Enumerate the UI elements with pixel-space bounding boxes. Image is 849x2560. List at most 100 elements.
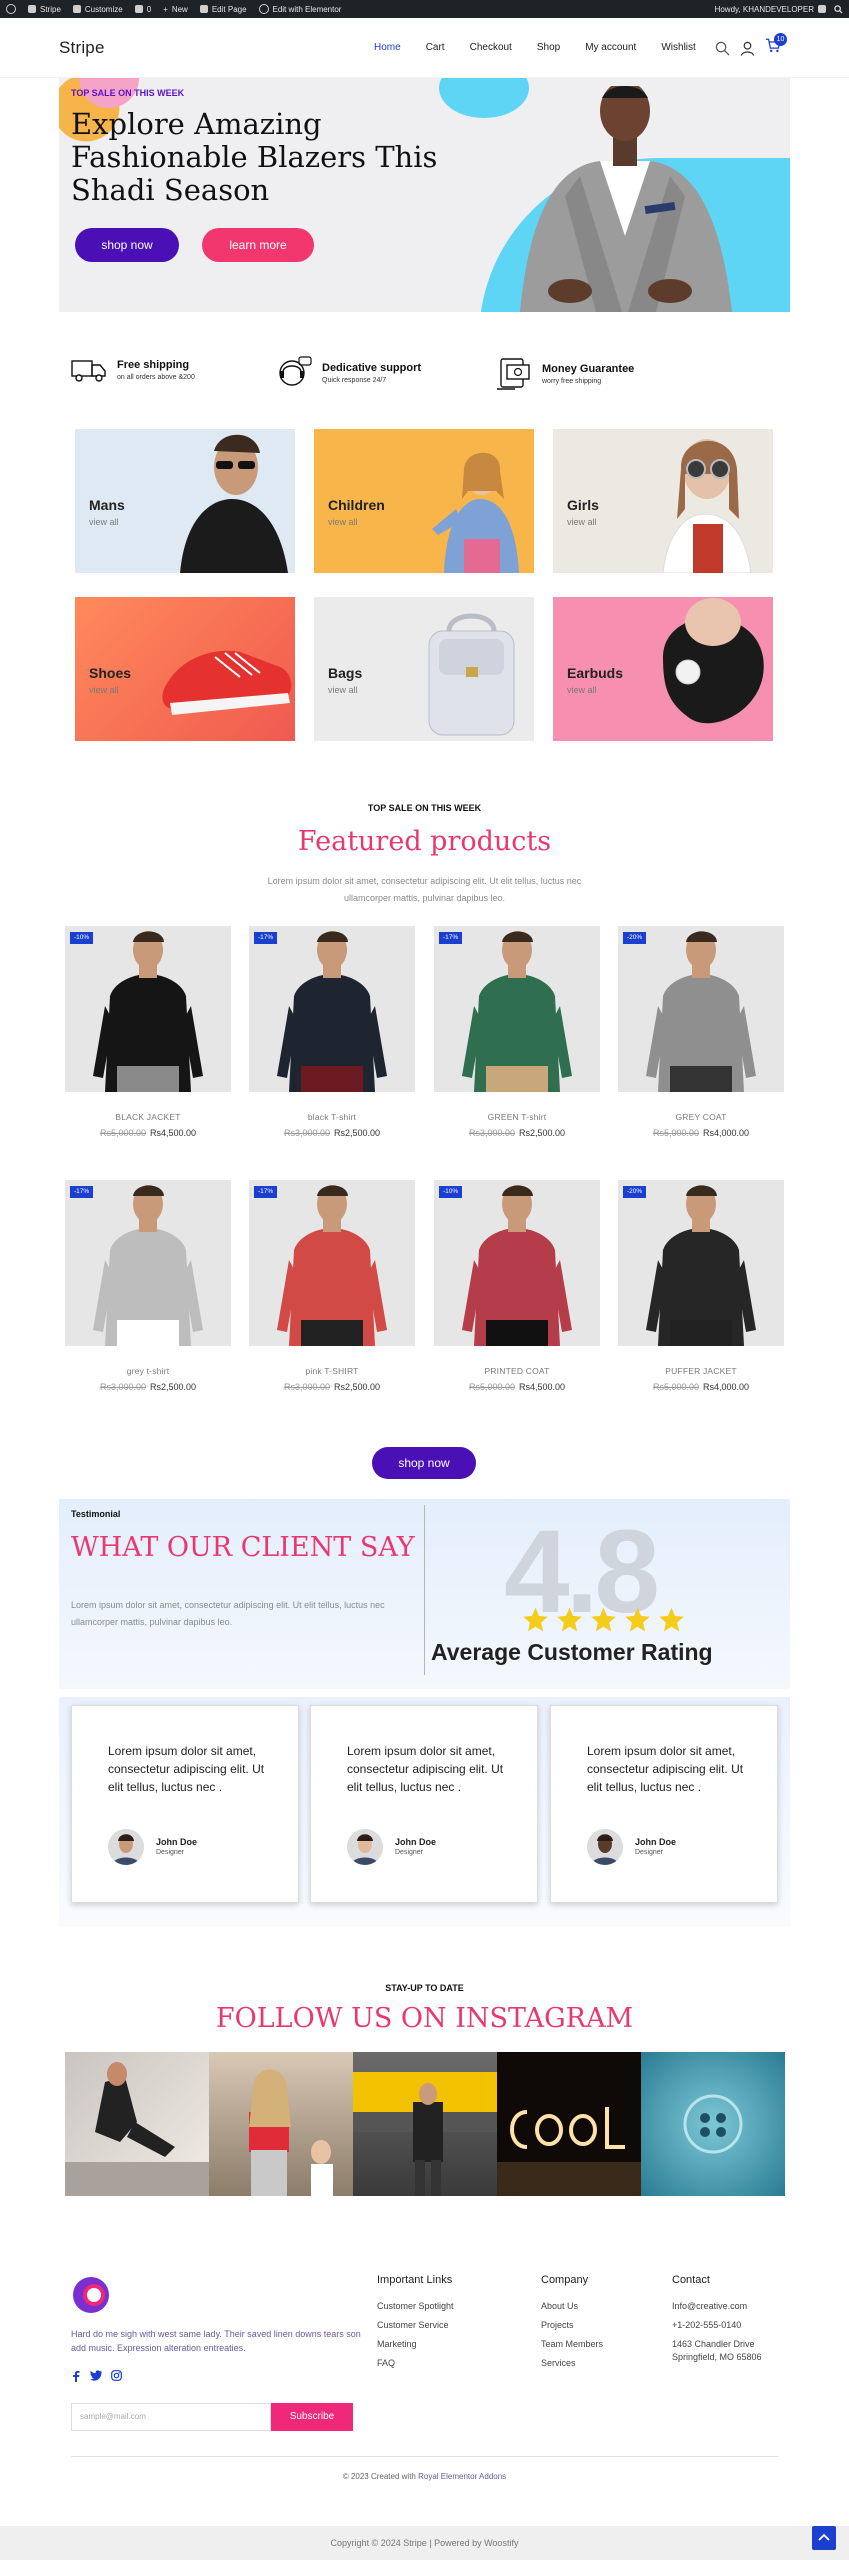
footer-link[interactable]: Info@creative.com bbox=[672, 2301, 747, 2311]
category-view-all-link[interactable]: view all bbox=[328, 685, 358, 695]
product-image[interactable]: -17% bbox=[434, 926, 600, 1092]
footer-link[interactable]: Team Members bbox=[541, 2339, 603, 2349]
facebook-icon[interactable] bbox=[71, 2370, 81, 2382]
product-image[interactable]: -17% bbox=[249, 926, 415, 1092]
category-card-mans[interactable]: Mans view all bbox=[75, 429, 295, 573]
instagram-photo[interactable] bbox=[353, 2052, 497, 2196]
product-image[interactable]: -20% bbox=[618, 926, 784, 1092]
product-image[interactable]: -10% bbox=[65, 926, 231, 1092]
admin-elementor-link[interactable]: Edit with Elementor bbox=[258, 4, 341, 14]
features-row: Free shipping on all orders above &200 D… bbox=[70, 355, 770, 395]
cart-button[interactable]: 10 bbox=[765, 33, 787, 58]
instagram-photo[interactable] bbox=[497, 2052, 641, 2196]
product-image[interactable]: -20% bbox=[618, 1180, 784, 1346]
hero-learn-more-button[interactable]: learn more bbox=[202, 228, 314, 262]
credit-link[interactable]: Royal Elementor Addons bbox=[418, 2472, 506, 2481]
product-name[interactable]: PRINTED COAT bbox=[434, 1366, 600, 1376]
product-old-price: Rs3,000.00 bbox=[468, 1128, 515, 1138]
star-icon bbox=[591, 1607, 616, 1632]
footer-link[interactable]: About Us bbox=[541, 2301, 578, 2311]
nav-wishlist[interactable]: Wishlist bbox=[661, 42, 695, 53]
product-name[interactable]: GREEN T-shirt bbox=[434, 1112, 600, 1122]
instagram-photo[interactable] bbox=[209, 2052, 353, 2196]
instagram-image bbox=[65, 2062, 209, 2196]
admin-edit-page-link[interactable]: Edit Page bbox=[199, 5, 247, 14]
admin-account-menu[interactable]: Howdy, KHANDEVELOPER bbox=[715, 5, 826, 14]
newsletter-email-input[interactable]: sample@mail.com bbox=[71, 2403, 271, 2431]
product-current-price: Rs4,500.00 bbox=[519, 1382, 566, 1392]
reviewer-role: Designer bbox=[395, 1849, 424, 1856]
category-view-all-link[interactable]: view all bbox=[89, 685, 119, 695]
footer-link[interactable]: FAQ bbox=[377, 2358, 395, 2368]
product-name[interactable]: GREY COAT bbox=[618, 1112, 784, 1122]
product-name[interactable]: black T-shirt bbox=[249, 1112, 415, 1122]
admin-comments-link[interactable]: 0 bbox=[134, 5, 151, 14]
nav-my-account[interactable]: My account bbox=[585, 42, 636, 53]
product-name[interactable]: PUFFER JACKET bbox=[618, 1366, 784, 1376]
instagram-photo[interactable] bbox=[641, 2052, 785, 2196]
footer-link[interactable]: Customer Spotlight bbox=[377, 2301, 454, 2311]
wordpress-menu[interactable] bbox=[6, 4, 16, 14]
product-image[interactable]: -17% bbox=[249, 1180, 415, 1346]
nav-shop[interactable]: Shop bbox=[537, 42, 560, 53]
category-view-all-link[interactable]: view all bbox=[567, 517, 597, 527]
product-old-price: Rs5,000.00 bbox=[652, 1128, 699, 1138]
feature-title: Free shipping bbox=[117, 359, 190, 371]
product-image[interactable]: -17% bbox=[65, 1180, 231, 1346]
twitter-icon[interactable] bbox=[90, 2370, 102, 2381]
nav-home[interactable]: Home bbox=[374, 42, 401, 53]
product-card[interactable]: -10% BLACK JACKET Rs5,000.00 Rs4,500.00 bbox=[65, 926, 231, 1138]
category-card-girls[interactable]: Girls view all bbox=[553, 429, 773, 573]
subscribe-button[interactable]: Subscribe bbox=[271, 2403, 353, 2431]
category-view-all-link[interactable]: view all bbox=[89, 517, 119, 527]
feature-title: Dedicative support bbox=[322, 362, 422, 374]
product-card[interactable]: -17% black T-shirt Rs3,000.00 Rs2,500.00 bbox=[249, 926, 415, 1138]
hero-title: Explore Amazing Fashionable Blazers This… bbox=[71, 107, 438, 207]
search-icon[interactable] bbox=[715, 41, 730, 56]
featured-shop-now-button[interactable]: shop now bbox=[372, 1447, 476, 1479]
hero-shop-now-button[interactable]: shop now bbox=[75, 228, 179, 262]
product-name[interactable]: pink T-SHIRT bbox=[249, 1366, 415, 1376]
category-card-shoes[interactable]: Shoes view all bbox=[75, 597, 295, 741]
category-card-children[interactable]: Children view all bbox=[314, 429, 534, 573]
footer-link[interactable]: Projects bbox=[541, 2320, 574, 2330]
product-name[interactable]: grey t-shirt bbox=[65, 1366, 231, 1376]
product-card[interactable]: -17% GREEN T-shirt Rs3,000.00 Rs2,500.00 bbox=[434, 926, 600, 1138]
category-view-all-link[interactable]: view all bbox=[328, 517, 358, 527]
reviewer-name: John Doe bbox=[156, 1837, 198, 1847]
footer-link[interactable]: Customer Service bbox=[377, 2320, 449, 2330]
product-card[interactable]: -20% GREY COAT Rs5,000.00 Rs4,000.00 bbox=[618, 926, 784, 1138]
instagram-photo[interactable] bbox=[65, 2052, 209, 2196]
product-name[interactable]: BLACK JACKET bbox=[65, 1112, 231, 1122]
home-icon bbox=[28, 5, 36, 13]
nav-cart[interactable]: Cart bbox=[426, 42, 445, 53]
product-card[interactable]: -17% grey t-shirt Rs3,000.00 Rs2,500.00 bbox=[65, 1180, 231, 1392]
footer-logo-icon[interactable] bbox=[71, 2275, 111, 2315]
product-photo bbox=[93, 1185, 203, 1346]
category-card-bags[interactable]: Bags view all bbox=[314, 597, 534, 741]
admin-search-button[interactable] bbox=[834, 4, 843, 14]
site-logo[interactable]: Stripe bbox=[59, 38, 105, 58]
user-icon[interactable] bbox=[740, 41, 755, 56]
instagram-image bbox=[497, 2107, 641, 2196]
product-old-price: Rs3,000.00 bbox=[283, 1128, 330, 1138]
star-icon bbox=[659, 1607, 684, 1632]
feature-subtitle: on all orders above &200 bbox=[117, 374, 195, 381]
pencil-icon bbox=[199, 5, 208, 13]
admin-customize-link[interactable]: Customize bbox=[72, 5, 123, 14]
product-image[interactable]: -10% bbox=[434, 1180, 600, 1346]
category-card-earbuds[interactable]: Earbuds view all bbox=[553, 597, 773, 741]
category-view-all-link[interactable]: view all bbox=[567, 685, 597, 695]
admin-site-link[interactable]: Stripe bbox=[28, 5, 61, 14]
back-to-top-button[interactable] bbox=[812, 2526, 836, 2550]
footer-link[interactable]: Services bbox=[541, 2358, 576, 2368]
admin-new-link[interactable]: + New bbox=[163, 5, 188, 14]
product-card[interactable]: -20% PUFFER JACKET Rs5,000.00 Rs4,000.00 bbox=[618, 1180, 784, 1392]
product-card[interactable]: -17% pink T-SHIRT Rs3,000.00 Rs2,500.00 bbox=[249, 1180, 415, 1392]
footer-link[interactable]: +1-202-555-0140 bbox=[672, 2320, 741, 2330]
instagram-icon[interactable] bbox=[111, 2370, 122, 2381]
review-text: Lorem ipsum dolor sit amet, consectetur … bbox=[587, 1744, 744, 1794]
footer-link[interactable]: Marketing bbox=[377, 2339, 417, 2349]
product-card[interactable]: -10% PRINTED COAT Rs5,000.00 Rs4,500.00 bbox=[434, 1180, 600, 1392]
nav-checkout[interactable]: Checkout bbox=[470, 42, 512, 53]
